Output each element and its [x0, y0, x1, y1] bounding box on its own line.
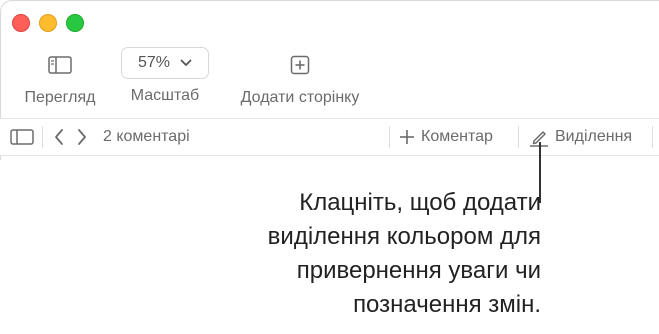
window-controls: [12, 14, 84, 32]
add-page-icon: [290, 51, 310, 79]
zoom-toolbar-item[interactable]: 57% Масштаб: [121, 47, 209, 105]
add-page-toolbar-item[interactable]: Додати сторінку: [227, 51, 373, 107]
toolbar-divider: [42, 126, 43, 148]
sidebar-toggle-icon: [10, 129, 34, 145]
chevron-right-icon: [78, 129, 86, 145]
toolbar-divider: [389, 126, 390, 148]
sidebar-icon: [48, 51, 72, 79]
add-page-label: Додати сторінку: [240, 89, 360, 106]
callout-line: привернення уваги чи: [296, 257, 541, 284]
zoom-popup-button[interactable]: 57%: [121, 47, 209, 79]
highlight-button[interactable]: Виділення: [529, 119, 632, 155]
callout-text: Клацніть, щоб додати виділення кольором …: [181, 186, 541, 322]
plus-icon: [400, 130, 414, 144]
add-comment-button[interactable]: Коментар: [399, 119, 493, 155]
add-comment-label: Коментар: [421, 128, 493, 145]
comments-toolbar: 2 коментарі Коментар Виділення: [0, 118, 659, 156]
chevron-down-icon: [180, 59, 192, 66]
view-toolbar-item[interactable]: Перегляд: [18, 51, 102, 107]
callout-line: Клацніть, щоб додати: [299, 189, 541, 216]
sidebar-toggle-button[interactable]: [10, 119, 34, 155]
callout-line: позначення змін.: [353, 291, 541, 318]
highlight-label: Виділення: [555, 128, 633, 145]
next-comment-button[interactable]: [76, 119, 88, 155]
toolbar-divider: [518, 126, 519, 148]
comment-count: 2 коментарі: [103, 128, 190, 145]
toolbar-divider: [652, 126, 653, 148]
previous-comment-button[interactable]: [53, 119, 65, 155]
close-window-button[interactable]: [12, 14, 30, 32]
callout-line: виділення кольором для: [267, 223, 541, 250]
zoom-window-button[interactable]: [66, 14, 84, 32]
view-label: Перегляд: [24, 89, 96, 106]
minimize-window-button[interactable]: [39, 14, 57, 32]
zoom-label: Масштаб: [130, 87, 200, 104]
zoom-value: 57%: [137, 54, 171, 71]
chevron-left-icon: [55, 129, 63, 145]
